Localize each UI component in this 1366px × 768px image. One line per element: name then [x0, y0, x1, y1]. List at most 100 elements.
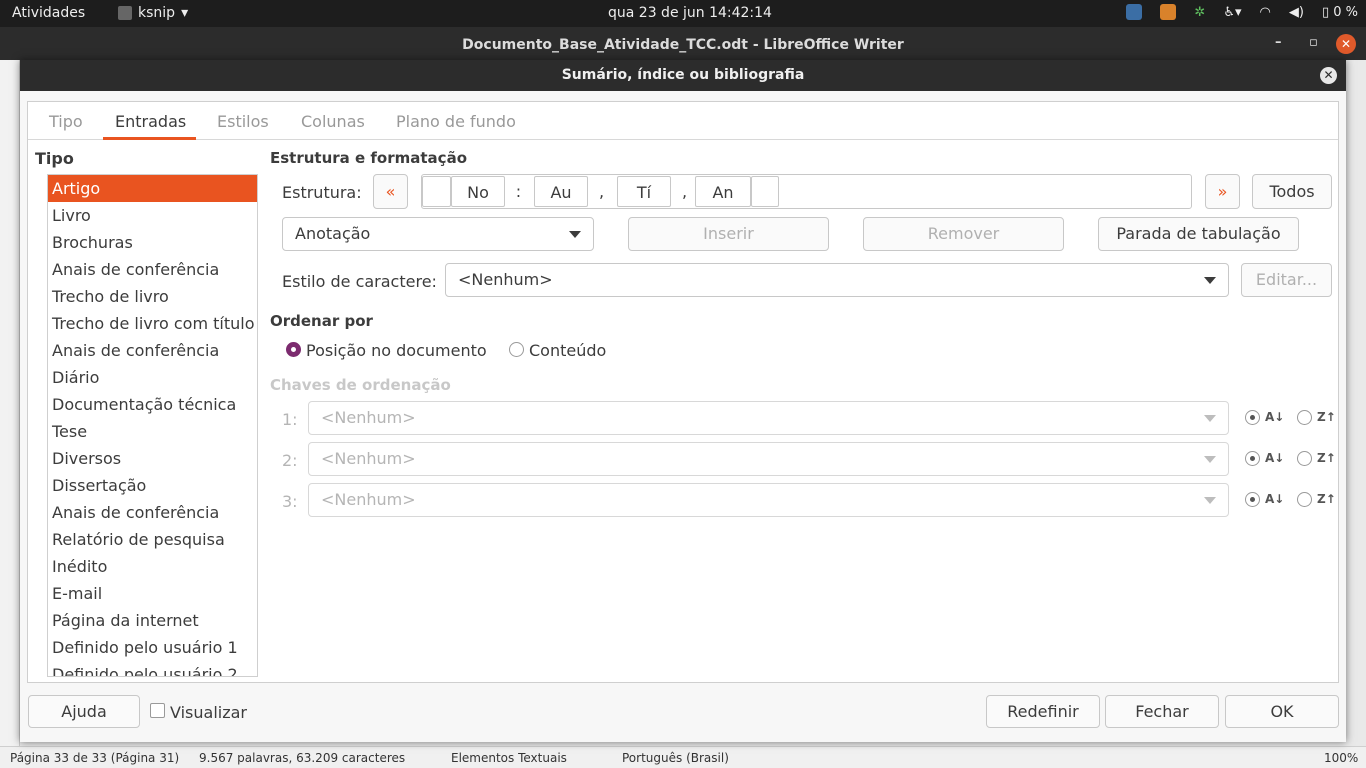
- all-button[interactable]: Todos: [1252, 174, 1332, 209]
- token-empty[interactable]: [422, 176, 451, 207]
- sort-ascending-icon: A↓: [1265, 410, 1285, 424]
- battery-indicator[interactable]: ▯ 0 %: [1322, 5, 1358, 20]
- page-style[interactable]: Elementos Textuais: [451, 751, 567, 765]
- tray-app-icon[interactable]: [1126, 4, 1143, 20]
- close-button[interactable]: Fechar: [1105, 695, 1219, 728]
- system-tray: ✲ ♿▾ ◠ ◀) ▯ 0 %: [1126, 4, 1358, 20]
- chevron-down-icon: [1204, 277, 1216, 284]
- token[interactable]: Tí: [617, 176, 671, 207]
- char-style-label: Estilo de caractere:: [282, 272, 437, 291]
- volume-icon[interactable]: ◀): [1289, 5, 1304, 20]
- page-indicator[interactable]: Página 33 de 33 (Página 31): [10, 751, 179, 765]
- sort-content-radio[interactable]: [509, 342, 524, 357]
- key-3-descending-radio[interactable]: [1297, 492, 1312, 507]
- tray-app-icon-3[interactable]: ✲: [1194, 5, 1205, 20]
- app-menu[interactable]: ksnip ▾: [118, 5, 188, 21]
- minimize-icon[interactable]: –: [1275, 35, 1282, 50]
- tab-tipo[interactable]: Tipo: [49, 112, 83, 131]
- tab-colunas[interactable]: Colunas: [301, 112, 365, 131]
- preview-label[interactable]: Visualizar: [170, 703, 247, 722]
- list-item[interactable]: Tese: [48, 418, 257, 445]
- list-item[interactable]: Anais de conferência: [48, 337, 257, 364]
- language[interactable]: Português (Brasil): [622, 751, 729, 765]
- bibliography-dialog: Sumário, índice ou bibliografia ✕ Tipo E…: [20, 60, 1346, 742]
- scroll-right-button[interactable]: »: [1205, 174, 1240, 209]
- sort-key-1-select[interactable]: <Nenhum>: [308, 401, 1229, 435]
- window-titlebar: Documento_Base_Atividade_TCC.odt - Libre…: [0, 27, 1366, 60]
- sort-key-3-select[interactable]: <Nenhum>: [308, 483, 1229, 517]
- type-list[interactable]: Artigo Livro Brochuras Anais de conferên…: [47, 174, 258, 677]
- token[interactable]: An: [695, 176, 751, 207]
- dialog-title: Sumário, índice ou bibliografia: [561, 67, 805, 83]
- structure-field[interactable]: No : Au , Tí , An: [421, 174, 1192, 209]
- window-title: Documento_Base_Atividade_TCC.odt - Libre…: [462, 37, 904, 53]
- sort-key-3-value: <Nenhum>: [321, 490, 416, 509]
- list-item[interactable]: Definido pelo usuário 1: [48, 634, 257, 661]
- edit-button[interactable]: Editar...: [1241, 263, 1332, 297]
- token[interactable]: No: [451, 176, 505, 207]
- list-item[interactable]: Definido pelo usuário 2: [48, 661, 257, 676]
- list-item[interactable]: Brochuras: [48, 229, 257, 256]
- list-item[interactable]: Diversos: [48, 445, 257, 472]
- char-style-select[interactable]: <Nenhum>: [445, 263, 1229, 297]
- list-item[interactable]: Trecho de livro: [48, 283, 257, 310]
- remove-button[interactable]: Remover: [863, 217, 1064, 251]
- token-separator[interactable]: ,: [671, 176, 698, 207]
- list-item[interactable]: Livro: [48, 202, 257, 229]
- tab-bar: Tipo Entradas Estilos Colunas Plano de f…: [28, 102, 1338, 140]
- accessibility-icon[interactable]: ♿▾: [1223, 5, 1241, 20]
- wifi-icon[interactable]: ◠: [1260, 5, 1271, 20]
- chevron-down-icon: [1204, 497, 1216, 504]
- clock[interactable]: qua 23 de jun 14:42:14: [608, 5, 772, 21]
- token-separator[interactable]: ,: [588, 176, 615, 207]
- word-count[interactable]: 9.567 palavras, 63.209 caracteres: [199, 751, 405, 765]
- zoom-level[interactable]: 100%: [1324, 751, 1358, 765]
- key-2-ascending-radio[interactable]: [1245, 451, 1260, 466]
- tab-entradas[interactable]: Entradas: [115, 112, 186, 131]
- scroll-left-button[interactable]: «: [373, 174, 408, 209]
- tab-estilos[interactable]: Estilos: [217, 112, 269, 131]
- key-2-descending-radio[interactable]: [1297, 451, 1312, 466]
- list-item[interactable]: Trecho de livro com título: [48, 310, 257, 337]
- sort-content-label[interactable]: Conteúdo: [529, 341, 606, 360]
- sort-position-label[interactable]: Posição no documento: [306, 341, 487, 360]
- sort-key-2-value: <Nenhum>: [321, 449, 416, 468]
- dialog-close-icon[interactable]: ✕: [1320, 67, 1337, 84]
- list-item[interactable]: Anais de conferência: [48, 499, 257, 526]
- tray-app-icon-2[interactable]: [1160, 4, 1177, 20]
- list-item[interactable]: Diário: [48, 364, 257, 391]
- list-item[interactable]: Dissertação: [48, 472, 257, 499]
- activities-button[interactable]: Atividades: [12, 5, 85, 21]
- key-1-ascending-radio[interactable]: [1245, 410, 1260, 425]
- sort-ascending-icon: A↓: [1265, 492, 1285, 506]
- reset-button[interactable]: Redefinir: [986, 695, 1100, 728]
- insert-button[interactable]: Inserir: [628, 217, 829, 251]
- char-style-value: <Nenhum>: [458, 270, 553, 289]
- chevron-down-icon: [1204, 415, 1216, 422]
- list-item[interactable]: Anais de conferência: [48, 256, 257, 283]
- token-separator[interactable]: :: [505, 176, 532, 207]
- list-item[interactable]: Página da internet: [48, 607, 257, 634]
- preview-checkbox[interactable]: [150, 703, 165, 718]
- maximize-icon[interactable]: ▫: [1309, 35, 1318, 50]
- ok-button[interactable]: OK: [1225, 695, 1339, 728]
- battery-level: 0 %: [1333, 4, 1358, 20]
- tab-plano-de-fundo[interactable]: Plano de fundo: [396, 112, 516, 131]
- help-button[interactable]: Ajuda: [28, 695, 140, 728]
- sort-position-radio[interactable]: [286, 342, 301, 357]
- sort-descending-icon: Z↑: [1317, 451, 1336, 465]
- list-item[interactable]: Inédito: [48, 553, 257, 580]
- list-item[interactable]: Artigo: [48, 175, 257, 202]
- key-3-ascending-radio[interactable]: [1245, 492, 1260, 507]
- field-select[interactable]: Anotação: [282, 217, 594, 251]
- list-item[interactable]: Documentação técnica: [48, 391, 257, 418]
- list-item[interactable]: Relatório de pesquisa: [48, 526, 257, 553]
- window-close-icon[interactable]: ✕: [1336, 34, 1356, 54]
- key-1-descending-radio[interactable]: [1297, 410, 1312, 425]
- list-item[interactable]: E-mail: [48, 580, 257, 607]
- active-tab-indicator: [103, 137, 196, 140]
- tab-stop-button[interactable]: Parada de tabulação: [1098, 217, 1299, 251]
- token[interactable]: Au: [534, 176, 588, 207]
- sort-key-2-select[interactable]: <Nenhum>: [308, 442, 1229, 476]
- token-empty[interactable]: [751, 176, 779, 207]
